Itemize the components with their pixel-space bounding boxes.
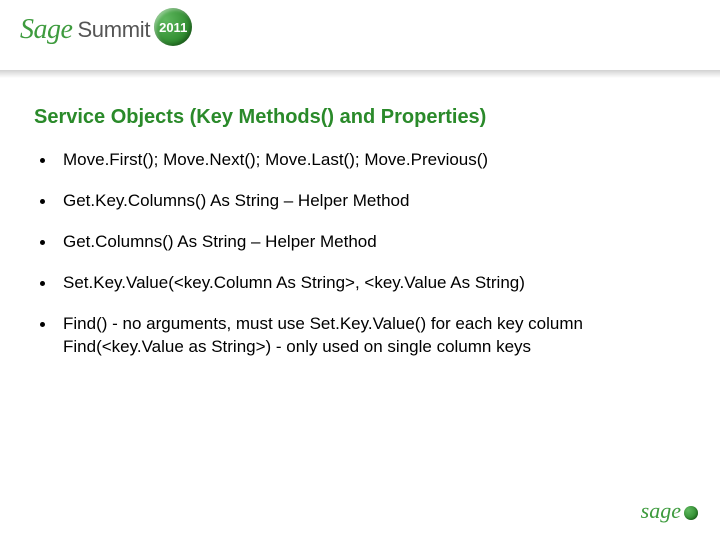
slide-content: Service Objects (Key Methods() and Prope… — [0, 78, 720, 359]
event-text: Summit — [77, 17, 150, 43]
brand-text: Sage — [20, 14, 72, 46]
list-item: Find() - no arguments, must use Set.Key.… — [40, 313, 686, 359]
bullet-list: Move.First(); Move.Next(); Move.Last(); … — [34, 149, 686, 359]
list-item: Set.Key.Value(<key.Column As String>, <k… — [40, 272, 686, 295]
bullet-text: Set.Key.Value(<key.Column As String>, <k… — [63, 272, 525, 295]
header-logo: Sage Summit 2011 — [20, 14, 192, 46]
bullet-icon — [40, 199, 45, 204]
footer-logo: sage — [641, 498, 698, 524]
list-item: Get.Columns() As String – Helper Method — [40, 231, 686, 254]
header-divider — [0, 70, 720, 78]
list-item: Move.First(); Move.Next(); Move.Last(); … — [40, 149, 686, 172]
slide-title: Service Objects (Key Methods() and Prope… — [34, 106, 686, 129]
footer-orb-icon — [684, 506, 698, 520]
bullet-text: Get.Columns() As String – Helper Method — [63, 231, 377, 254]
bullet-icon — [40, 158, 45, 163]
bullet-icon — [40, 281, 45, 286]
bullet-text: Move.First(); Move.Next(); Move.Last(); … — [63, 149, 488, 172]
bullet-text: Get.Key.Columns() As String – Helper Met… — [63, 190, 409, 213]
bullet-text: Find() - no arguments, must use Set.Key.… — [63, 313, 583, 359]
list-item: Get.Key.Columns() As String – Helper Met… — [40, 190, 686, 213]
slide-header: Sage Summit 2011 — [0, 0, 720, 78]
year-badge: 2011 — [154, 8, 192, 46]
footer-brand-text: sage — [641, 498, 681, 524]
bullet-icon — [40, 240, 45, 245]
bullet-icon — [40, 322, 45, 327]
